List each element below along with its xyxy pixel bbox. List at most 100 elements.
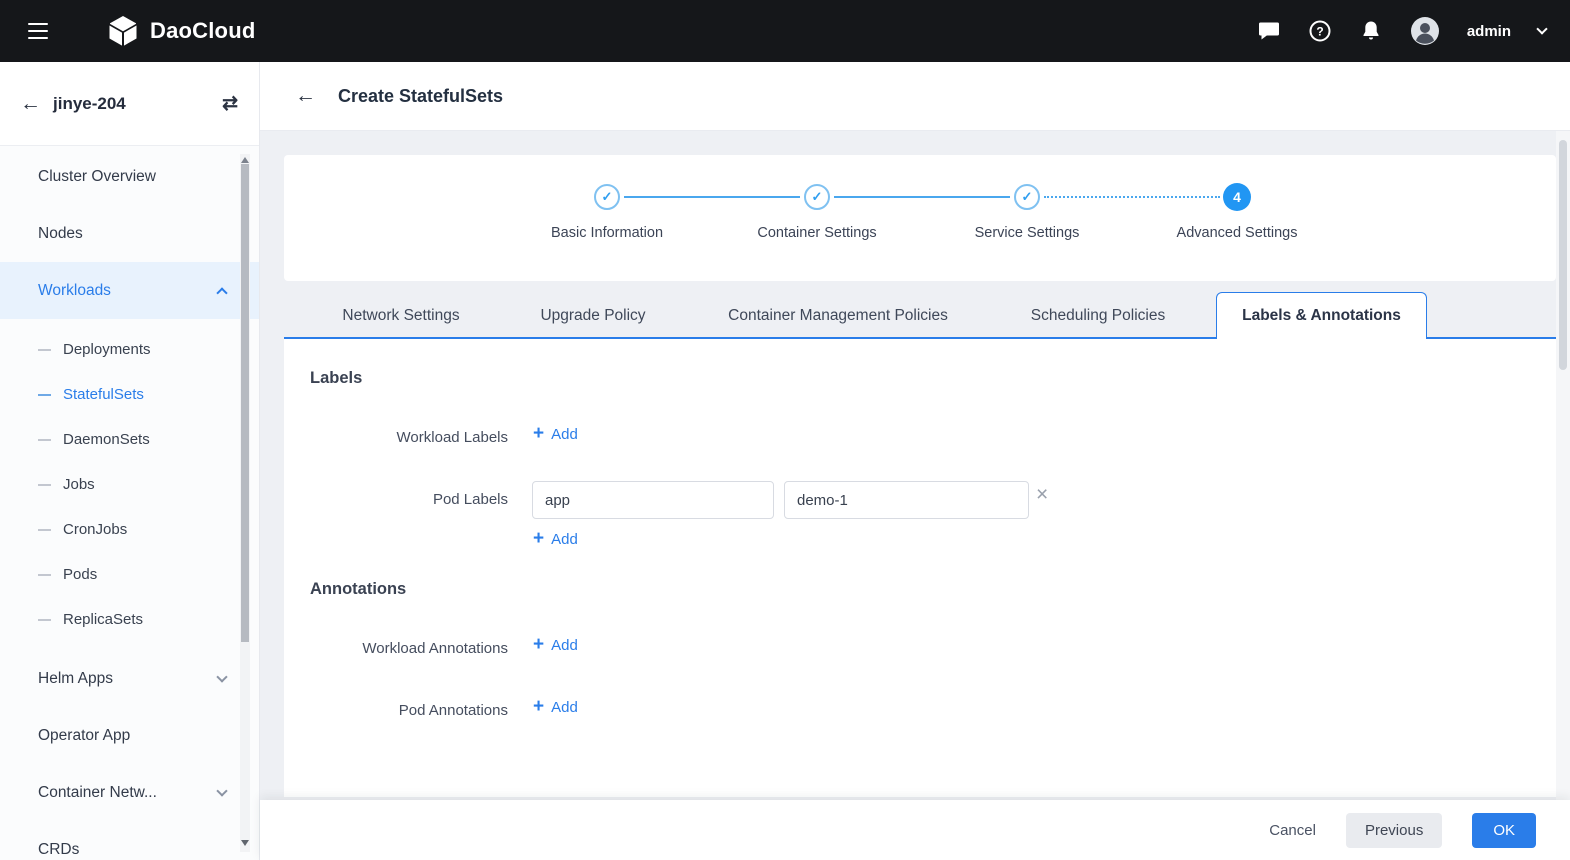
add-workload-label-button[interactable]: + Add [533, 426, 578, 443]
daocloud-logo-icon [106, 14, 140, 48]
annotations-section-heading: Annotations [310, 580, 406, 599]
sidebar-subitem-daemonsets[interactable]: DaemonSets [0, 417, 260, 462]
svg-text:?: ? [1316, 25, 1323, 39]
add-label: Add [551, 637, 578, 654]
dash-icon [38, 484, 51, 486]
labels-section-heading: Labels [310, 369, 362, 388]
back-icon[interactable]: ← [20, 92, 41, 116]
scroll-up-arrow-icon[interactable] [241, 157, 249, 163]
sidebar-item-label: Pods [63, 566, 97, 583]
help-icon[interactable]: ? [1308, 19, 1332, 43]
step-connector [624, 196, 800, 198]
sidebar-item-nodes[interactable]: Nodes [0, 205, 260, 262]
step-service-settings[interactable]: ✓ [1014, 184, 1040, 210]
remove-pod-label-icon[interactable]: × [1036, 485, 1048, 505]
sidebar-header: ← jinye-204 ⇄ [0, 62, 260, 146]
dash-icon [38, 394, 51, 396]
brand-logo[interactable]: DaoCloud [106, 14, 255, 48]
sidebar-subitem-cronjobs[interactable]: CronJobs [0, 507, 260, 552]
step-basic-information[interactable]: ✓ [594, 184, 620, 210]
dash-icon [38, 439, 51, 441]
plus-icon: + [533, 700, 544, 714]
cluster-name[interactable]: jinye-204 [53, 94, 126, 114]
sidebar-nav: Cluster Overview Nodes Workloads Deploym… [0, 148, 260, 860]
sidebar-subitem-pods[interactable]: Pods [0, 552, 260, 597]
sidebar-item-label: CRDs [38, 841, 79, 859]
cancel-button[interactable]: Cancel [1269, 822, 1316, 839]
step-label: Container Settings [707, 225, 927, 241]
scroll-down-arrow-icon[interactable] [241, 840, 249, 846]
check-icon: ✓ [1022, 189, 1033, 205]
sidebar-item-cluster-overview[interactable]: Cluster Overview [0, 148, 260, 205]
check-icon: ✓ [812, 189, 823, 205]
step-label: Service Settings [917, 225, 1137, 241]
pod-label-key-input[interactable] [532, 481, 774, 519]
pod-annotations-label: Pod Annotations [284, 701, 508, 720]
page-header: ← Create StatefulSets [260, 62, 1570, 131]
chevron-down-icon[interactable] [1536, 23, 1547, 34]
sidebar-item-label: Deployments [63, 341, 151, 358]
menu-icon[interactable] [28, 23, 48, 39]
sidebar-item-helm-apps[interactable]: Helm Apps [0, 650, 260, 707]
sidebar-item-workloads[interactable]: Workloads [0, 262, 260, 319]
sidebar-subitem-statefulsets[interactable]: StatefulSets [0, 372, 260, 417]
chevron-down-icon [216, 785, 227, 796]
add-pod-annotation-button[interactable]: + Add [533, 699, 578, 716]
tab-network-settings[interactable]: Network Settings [342, 307, 459, 325]
sidebar-item-label: Cluster Overview [38, 168, 156, 186]
sidebar-item-label: CronJobs [63, 521, 127, 538]
switch-cluster-icon[interactable]: ⇄ [222, 92, 238, 115]
page-title: Create StatefulSets [338, 86, 503, 107]
pod-labels-label: Pod Labels [284, 490, 508, 509]
add-label: Add [551, 531, 578, 548]
dash-icon [38, 529, 51, 531]
tab-content: Labels Workload Labels + Add Pod Labels … [284, 339, 1556, 797]
step-container-settings[interactable]: ✓ [804, 184, 830, 210]
sidebar-subitem-jobs[interactable]: Jobs [0, 462, 260, 507]
stepper: ✓ ✓ ✓ 4 Basic Information Container Sett… [284, 155, 1556, 281]
previous-button[interactable]: Previous [1346, 813, 1442, 848]
sidebar-scrollbar-thumb[interactable] [241, 164, 249, 642]
sidebar-subitem-deployments[interactable]: Deployments [0, 327, 260, 372]
main-scrollbar-thumb[interactable] [1559, 140, 1567, 370]
sidebar-item-label: StatefulSets [63, 386, 144, 403]
plus-icon: + [533, 638, 544, 652]
sidebar: ← jinye-204 ⇄ Cluster Overview Nodes Wor… [0, 62, 260, 860]
ok-button[interactable]: OK [1472, 813, 1536, 848]
add-pod-label-button[interactable]: + Add [533, 531, 578, 548]
workload-labels-label: Workload Labels [284, 428, 508, 447]
brand-name: DaoCloud [150, 18, 255, 44]
sidebar-item-label: Workloads [38, 282, 111, 300]
back-icon[interactable]: ← [295, 84, 316, 108]
chevron-up-icon [216, 287, 227, 298]
pod-label-value-input[interactable] [784, 481, 1029, 519]
username[interactable]: admin [1467, 23, 1511, 40]
sidebar-item-label: Jobs [63, 476, 95, 493]
tab-scheduling-policies[interactable]: Scheduling Policies [1031, 307, 1165, 325]
sidebar-item-operator-app[interactable]: Operator App [0, 707, 260, 764]
step-label: Advanced Settings [1127, 225, 1347, 241]
add-workload-annotation-button[interactable]: + Add [533, 637, 578, 654]
add-label: Add [551, 699, 578, 716]
step-connector [834, 196, 1010, 198]
notifications-bell-icon[interactable] [1359, 19, 1383, 43]
sidebar-item-container-network[interactable]: Container Netw... [0, 764, 260, 821]
check-icon: ✓ [602, 189, 613, 205]
sidebar-item-crds[interactable]: CRDs [0, 821, 260, 860]
dash-icon [38, 349, 51, 351]
sidebar-subitem-replicasets[interactable]: ReplicaSets [0, 597, 260, 642]
tab-container-management-policies[interactable]: Container Management Policies [728, 307, 948, 325]
sidebar-item-label: Container Netw... [38, 784, 157, 802]
tab-labels-annotations[interactable]: Labels & Annotations [1216, 292, 1427, 339]
dash-icon [38, 619, 51, 621]
avatar[interactable] [1410, 16, 1440, 46]
plus-icon: + [533, 427, 544, 441]
dash-icon [38, 574, 51, 576]
sidebar-item-label: ReplicaSets [63, 611, 143, 628]
chat-icon[interactable] [1257, 19, 1281, 43]
add-label: Add [551, 426, 578, 443]
tab-upgrade-policy[interactable]: Upgrade Policy [540, 307, 645, 325]
step-advanced-settings[interactable]: 4 [1223, 183, 1251, 211]
step-label: Basic Information [497, 225, 717, 241]
step-connector-dotted [1044, 196, 1220, 198]
